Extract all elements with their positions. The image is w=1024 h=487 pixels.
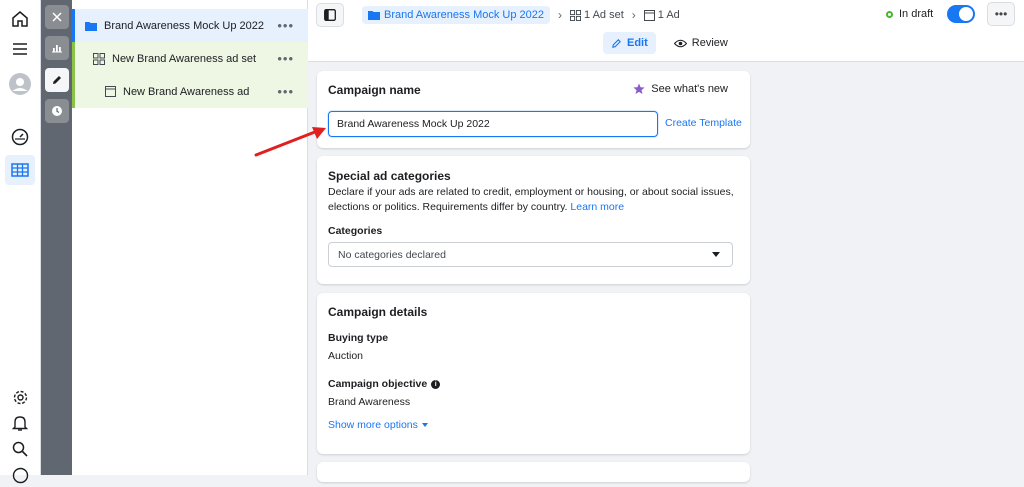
- mode-tabs: Edit Review: [603, 30, 746, 56]
- tree-item-label: New Brand Awareness ad: [123, 85, 250, 98]
- grid-icon: [93, 52, 105, 65]
- table-icon[interactable]: [5, 155, 35, 185]
- buying-type-label: Buying type: [328, 332, 389, 344]
- help-icon[interactable]: [8, 463, 32, 487]
- card-title: Campaign details: [328, 305, 428, 319]
- annotation-arrow-icon: [254, 127, 326, 157]
- toggle-panel-button[interactable]: [316, 3, 344, 27]
- tab-review[interactable]: Review: [666, 32, 736, 54]
- campaign-objective-value: Brand Awareness: [328, 396, 411, 408]
- categories-select[interactable]: No categories declared: [328, 242, 733, 267]
- campaign-name-input[interactable]: [328, 111, 658, 137]
- categories-value: No categories declared: [338, 248, 446, 261]
- more-options-icon[interactable]: •••: [277, 18, 294, 33]
- more-options-icon[interactable]: •••: [277, 51, 294, 66]
- description-text: Declare if your ads are related to credi…: [328, 186, 734, 213]
- campaign-name-card: Campaign name See what's new Create Temp…: [317, 71, 750, 148]
- grid-icon: [570, 9, 581, 21]
- ad-icon: [105, 86, 116, 97]
- tree-item-campaign[interactable]: Brand Awareness Mock Up 2022 •••: [72, 9, 308, 42]
- next-card: [317, 462, 750, 482]
- campaign-details-card: Campaign details Buying type Auction Cam…: [317, 293, 750, 454]
- sidebar-icon: [324, 9, 336, 21]
- folder-icon: [368, 10, 380, 20]
- folder-icon: [85, 21, 97, 31]
- left-nav-rail: [0, 0, 41, 483]
- breadcrumb-adset-label: 1 Ad set: [584, 9, 624, 21]
- breadcrumb-adset[interactable]: 1 Ad set: [570, 9, 624, 21]
- categories-label: Categories: [328, 225, 383, 237]
- tree-item-ad[interactable]: New Brand Awareness ad •••: [72, 75, 308, 108]
- close-icon[interactable]: [45, 5, 69, 29]
- pencil-icon: [611, 38, 622, 49]
- objective-label-text: Campaign objective: [328, 378, 428, 390]
- tree-item-label: Brand Awareness Mock Up 2022: [104, 19, 264, 32]
- status-label: In draft: [899, 8, 934, 20]
- chevron-right-icon: ›: [631, 8, 636, 22]
- special-ad-categories-card: Special ad categories Declare if your ad…: [317, 156, 750, 284]
- bell-icon[interactable]: [8, 411, 32, 435]
- toggle-knob: [959, 7, 973, 21]
- card-title: Special ad categories: [328, 169, 451, 183]
- breadcrumb-ad-label: 1 Ad: [657, 9, 680, 21]
- tab-review-label: Review: [691, 37, 728, 49]
- special-description: Declare if your ads are related to credi…: [328, 185, 738, 215]
- avatar[interactable]: [8, 72, 32, 96]
- tab-edit-label: Edit: [627, 37, 648, 49]
- breadcrumb-campaign-label: Brand Awareness Mock Up 2022: [384, 9, 544, 21]
- breadcrumb: Brand Awareness Mock Up 2022 › 1 Ad set …: [316, 3, 680, 27]
- show-more-options-link[interactable]: Show more options: [328, 419, 428, 431]
- caret-down-icon: [712, 252, 720, 257]
- campaign-objective-label: Campaign objective i: [328, 378, 441, 390]
- draft-status: In draft: [886, 8, 933, 20]
- create-template-link[interactable]: Create Template: [665, 117, 742, 129]
- eye-icon: [673, 39, 687, 48]
- breadcrumb-ad[interactable]: 1 Ad: [643, 9, 680, 21]
- whats-new-link[interactable]: See what's new: [633, 83, 728, 95]
- more-options-icon[interactable]: •••: [277, 84, 294, 99]
- tool-strip: [41, 0, 72, 475]
- menu-icon[interactable]: [8, 37, 32, 61]
- home-icon[interactable]: [8, 7, 32, 31]
- campaign-tree: Brand Awareness Mock Up 2022 ••• New Bra…: [72, 0, 308, 475]
- buying-type-value: Auction: [328, 350, 364, 362]
- tab-edit[interactable]: Edit: [603, 32, 656, 54]
- show-more-label: Show more options: [328, 419, 418, 431]
- tree-item-adset[interactable]: New Brand Awareness ad set •••: [72, 42, 308, 75]
- info-icon[interactable]: i: [431, 379, 441, 389]
- top-bar: Brand Awareness Mock Up 2022 › 1 Ad set …: [308, 0, 1024, 62]
- chart-icon[interactable]: [45, 36, 69, 60]
- tree-item-label: New Brand Awareness ad set: [112, 52, 257, 65]
- clock-icon[interactable]: [45, 99, 69, 123]
- edit-icon[interactable]: [45, 68, 69, 92]
- dashboard-icon[interactable]: [8, 125, 32, 149]
- whats-new-label: See what's new: [651, 83, 728, 95]
- caret-down-icon: [421, 423, 428, 427]
- more-button[interactable]: •••: [987, 2, 1015, 26]
- campaign-toggle[interactable]: [947, 5, 975, 23]
- star-icon: [633, 83, 645, 95]
- status-dot-icon: [886, 10, 893, 18]
- learn-more-link[interactable]: Learn more: [570, 201, 624, 213]
- search-icon[interactable]: [8, 437, 32, 461]
- breadcrumb-campaign[interactable]: Brand Awareness Mock Up 2022: [362, 6, 550, 24]
- settings-icon[interactable]: [8, 385, 32, 409]
- card-title: Campaign name: [328, 83, 421, 97]
- ad-icon: [643, 9, 655, 21]
- chevron-right-icon: ›: [558, 8, 562, 22]
